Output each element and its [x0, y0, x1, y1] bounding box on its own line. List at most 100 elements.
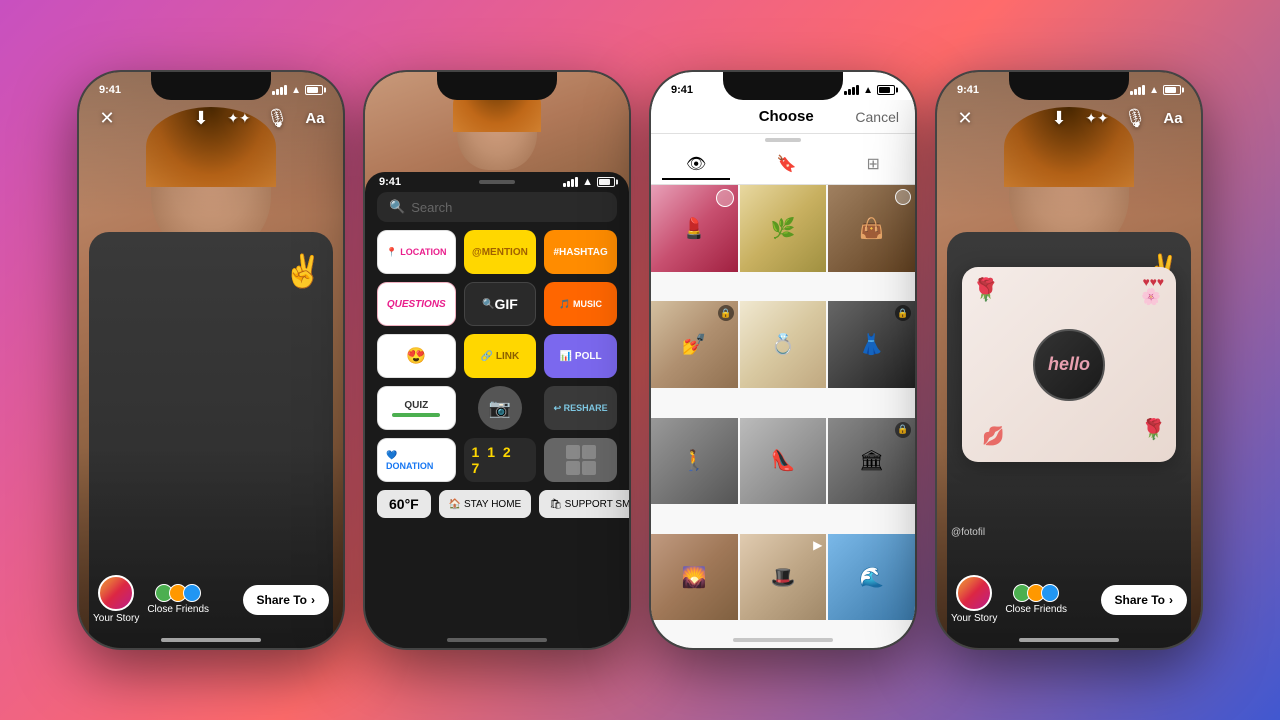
signal-4 [1130, 85, 1145, 95]
status-bar-4: 9:41 ▲ [937, 72, 1201, 100]
time-4: 9:41 [957, 84, 979, 96]
drag-handle-3 [765, 138, 801, 142]
search-bar-2[interactable]: 🔍 Search [377, 192, 617, 222]
battery-1 [305, 85, 323, 95]
sticker-hashtag[interactable]: #HASHTAG [544, 230, 617, 274]
sticker-countdown[interactable] [544, 438, 617, 482]
photo-cell-3[interactable]: 👜 [828, 185, 915, 272]
story-toolbar-4: ✕ ⬇ ✦✦ 🎙 Aa [937, 104, 1201, 132]
status-bar-3: 9:41 ▲ [651, 72, 915, 100]
product-circle-4: hello [1033, 329, 1105, 401]
phone-3: 9:41 ▲ Choose Cancel [649, 70, 917, 650]
sticker-link[interactable]: 🔗 LINK [464, 334, 537, 378]
share-button-4[interactable]: Share To › [1101, 585, 1187, 615]
photo-checkbox-3 [895, 189, 911, 205]
picker-header-3: Choose Cancel [651, 100, 915, 134]
photo-cell-5[interactable]: 💍 [740, 301, 827, 388]
wifi-3: ▲ [863, 85, 873, 96]
makeup-sticker-4[interactable]: 🌹 🌸 💋 🌹 hello ♥♥♥ [962, 267, 1176, 462]
battery-3 [877, 85, 895, 95]
tab-saved[interactable]: 🔖 [752, 150, 820, 180]
photo-cell-8[interactable]: 👠 [740, 418, 827, 505]
sticker-questions[interactable]: QUESTIONS [377, 282, 456, 326]
sticker-poll[interactable]: 📊 POLL [544, 334, 617, 378]
sticker-quiz[interactable]: QUIZ [377, 386, 456, 430]
phone-4: ✌ 🌹 🌸 💋 🌹 hello ♥♥♥ @fotofil 9: [935, 70, 1203, 650]
home-indicator-3 [733, 638, 833, 642]
time-3: 9:41 [671, 84, 693, 96]
stay-home-sticker[interactable]: 🏠 STAY HOME [439, 490, 531, 518]
bottom-sticker-row-2: 60°F 🏠 STAY HOME 🛍 SUPPORT SMALL [365, 482, 629, 526]
tab-grid[interactable]: ⊞ [843, 150, 904, 180]
username-tag-4: @fotofil [951, 527, 985, 538]
photo-lock-4: 🔒 [718, 305, 734, 321]
tab-recents[interactable]: 👁 [662, 150, 730, 180]
status-bar-1: 9:41 ▲ [79, 72, 343, 100]
signal-3 [844, 85, 859, 95]
photo-lock-9: 🔒 [895, 422, 911, 438]
photo-cell-4[interactable]: 💅 🔒 [651, 301, 738, 388]
photo-cell-1[interactable]: 💄 [651, 185, 738, 272]
support-small-sticker[interactable]: 🛍 SUPPORT SMALL [539, 490, 629, 518]
your-story-label-1: Your Story [93, 613, 139, 624]
temp-sticker[interactable]: 60°F [377, 490, 431, 518]
phone-1: ✌ 9:41 ▲ ✕ ⬇ ✦✦ 🎙 [77, 70, 345, 650]
sticker-icon-1[interactable]: ✦✦ [225, 104, 253, 132]
sticker-icon-4[interactable]: ✦✦ [1083, 104, 1111, 132]
home-indicator-4 [1019, 638, 1119, 642]
photo-cell-11[interactable]: 🎩 ▶ [740, 534, 827, 621]
your-story-label-4: Your Story [951, 613, 997, 624]
friend-dot-3 [183, 584, 201, 602]
photo-cell-2[interactable]: 🌿 [740, 185, 827, 272]
story-toolbar-1: ✕ ⬇ ✦✦ 🎙 Aa [79, 104, 343, 132]
photo-cell-7[interactable]: 🚶 [651, 418, 738, 505]
time-1: 9:41 [99, 84, 121, 96]
sticker-location[interactable]: 📍LOCATION [377, 230, 456, 274]
picker-tabs-3: 👁 🔖 ⊞ [651, 146, 915, 185]
picker-title-3: Choose [759, 108, 814, 125]
photo-grid-3: 💄 🌿 👜 💅 🔒 💍 👗 [651, 185, 915, 648]
sticker-mention[interactable]: @MENTION [464, 230, 537, 274]
sticker-camera[interactable]: 📷 [478, 386, 522, 430]
cancel-button-3[interactable]: Cancel [855, 109, 899, 125]
sticker-number[interactable]: 1 1 2 7 [464, 438, 537, 482]
photo-cell-10[interactable]: 🌄 [651, 534, 738, 621]
text-button-4[interactable]: Aa [1159, 104, 1187, 132]
sticker-reshare[interactable]: ↩ RESHARE [544, 386, 617, 430]
your-story-avatar-1[interactable] [98, 575, 134, 611]
close-friends-label-4: Close Friends [1005, 604, 1067, 615]
share-button-1[interactable]: Share To › [243, 585, 329, 615]
wifi-1: ▲ [291, 85, 301, 96]
status-bar-2: 9:41 ▲ [365, 172, 629, 192]
effects-icon-4[interactable]: 🎙 [1121, 104, 1149, 132]
hearts-4: ♥♥♥ [1143, 275, 1164, 289]
battery-4 [1163, 85, 1181, 95]
signal-1 [272, 85, 287, 95]
friend-dot-4c [1041, 584, 1059, 602]
time-2: 9:41 [379, 176, 401, 188]
picker-content-3: Choose Cancel 👁 🔖 ⊞ 💄 🌿 [651, 100, 915, 648]
download-icon-4[interactable]: ⬇ [1045, 104, 1073, 132]
text-button-1[interactable]: Aa [301, 104, 329, 132]
close-friends-label-1: Close Friends [147, 604, 209, 615]
close-button-4[interactable]: ✕ [951, 104, 979, 132]
photo-cell-12[interactable]: 🌊 [828, 534, 915, 621]
close-button-1[interactable]: ✕ [93, 104, 121, 132]
sticker-donation[interactable]: 💙 DONATION [377, 438, 456, 482]
sticker-gif[interactable]: 🔍GIF [464, 282, 537, 326]
your-story-avatar-4[interactable] [956, 575, 992, 611]
sticker-panel-2: 🔍 Search 9:41 ▲ [365, 172, 629, 648]
search-icon-2: 🔍 [389, 199, 405, 215]
sticker-grid-2: 📍LOCATION @MENTION #HASHTAG QUESTIONS 🔍G… [365, 230, 629, 482]
download-icon-1[interactable]: ⬇ [187, 104, 215, 132]
story-bottom-1: Your Story Close Friends Share To › [79, 563, 343, 648]
sticker-camera-wrap: 📷 [464, 386, 537, 430]
photo-cell-9[interactable]: 🏛 🔒 [828, 418, 915, 505]
effects-icon-1[interactable]: 🎙 [263, 104, 291, 132]
photo-cell-6[interactable]: 👗 🔒 [828, 301, 915, 388]
wifi-4: ▲ [1149, 85, 1159, 96]
sticker-music[interactable]: 🎵 MUSIC [544, 282, 617, 326]
sticker-emoji[interactable]: 😍 [377, 334, 456, 378]
home-indicator-1 [161, 638, 261, 642]
photo-select-1 [716, 189, 734, 207]
